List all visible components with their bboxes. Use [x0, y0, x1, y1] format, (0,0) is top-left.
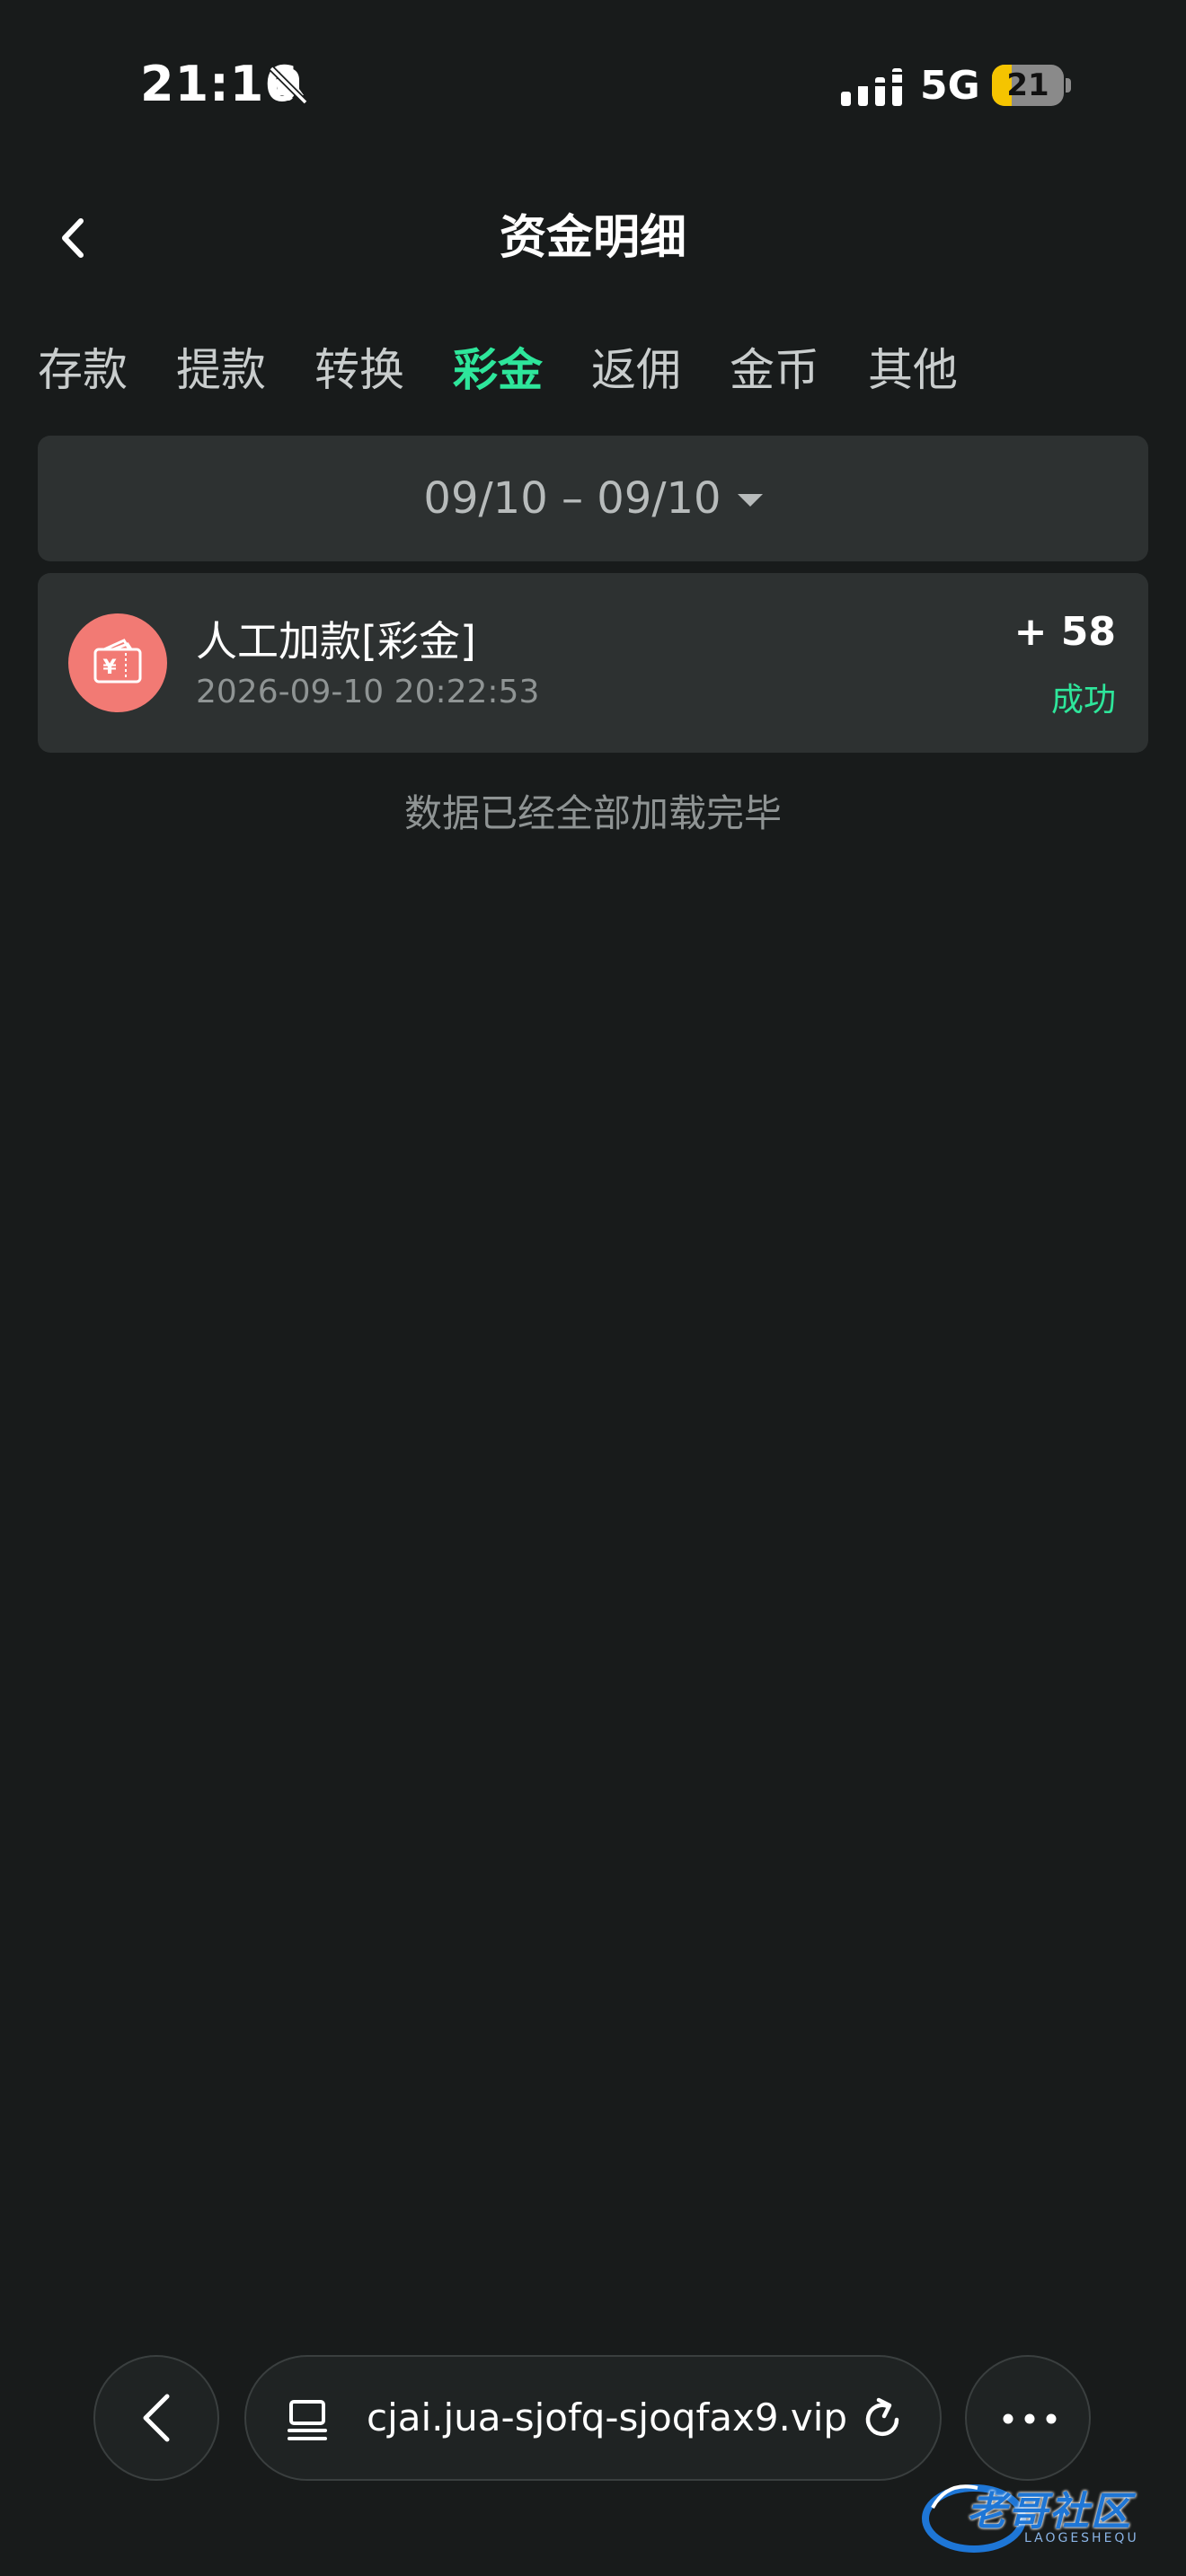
address-bar[interactable]: cjai.jua-sjofq-sjoqfax9.vip	[244, 2355, 942, 2481]
reload-icon[interactable]	[857, 2395, 907, 2445]
watermark-text: 老哥社区	[967, 2489, 1132, 2535]
transaction-amount: + 58	[1013, 609, 1116, 655]
category-tabs: 存款 提款 转换 彩金 返佣 金币 其他	[38, 334, 1006, 406]
end-of-list-message: 数据已经全部加载完毕	[403, 791, 782, 835]
browser-back-button[interactable]	[93, 2355, 219, 2481]
browser-toolbar: cjai.jua-sjofq-sjoqfax9.vip	[0, 2353, 1186, 2486]
watermark-logo: 老哥社区 LAOGESHEQU	[920, 2472, 1181, 2562]
date-range-text: 09/10 – 09/10	[423, 473, 721, 524]
tab-withdraw[interactable]: 提款	[176, 334, 266, 406]
more-dots-icon	[1003, 2413, 1057, 2424]
wallet-yuan-icon: ¥	[68, 613, 167, 712]
tab-coins[interactable]: 金币	[730, 334, 819, 406]
transaction-title: 人工加款[彩金]	[196, 617, 476, 666]
wallet-glyph: ¥	[93, 639, 142, 684]
transaction-row[interactable]: ¥ 人工加款[彩金] 2026-09-10 20:22:53 + 58 成功	[38, 573, 1148, 753]
header: 资金明细	[0, 189, 1186, 287]
bell-muted-icon	[269, 66, 308, 105]
watermark-subtext: LAOGESHEQU	[1024, 2531, 1139, 2545]
svg-text:¥: ¥	[102, 657, 117, 679]
tab-other[interactable]: 其他	[868, 334, 958, 406]
page-title: 资金明细	[499, 211, 686, 265]
tab-rebate[interactable]: 返佣	[591, 334, 681, 406]
battery-icon: 21	[992, 65, 1071, 106]
tab-bonus[interactable]: 彩金	[453, 334, 543, 406]
caret-down-icon	[737, 494, 763, 507]
battery-percent: 21	[1006, 67, 1049, 103]
status-bar: 21:16 5G 21	[0, 0, 1186, 171]
tab-transfer[interactable]: 转换	[314, 334, 404, 406]
battery-cap	[1066, 78, 1071, 93]
back-arrow-icon	[143, 2394, 170, 2442]
date-range-filter[interactable]: 09/10 – 09/10	[38, 436, 1148, 561]
signal-icon	[841, 68, 902, 106]
url-text: cjai.jua-sjofq-sjoqfax9.vip	[367, 2395, 848, 2439]
transaction-time: 2026-09-10 20:22:53	[196, 674, 540, 710]
page: 21:16 5G 21 资金明细 存款 提款 转换 彩金 返佣 金币 其他 09…	[0, 0, 1186, 2576]
page-info-icon	[288, 2400, 327, 2440]
network-label: 5G	[920, 63, 980, 109]
tab-deposit[interactable]: 存款	[38, 334, 128, 406]
browser-more-button[interactable]	[965, 2355, 1091, 2481]
transaction-status: 成功	[1050, 682, 1116, 719]
